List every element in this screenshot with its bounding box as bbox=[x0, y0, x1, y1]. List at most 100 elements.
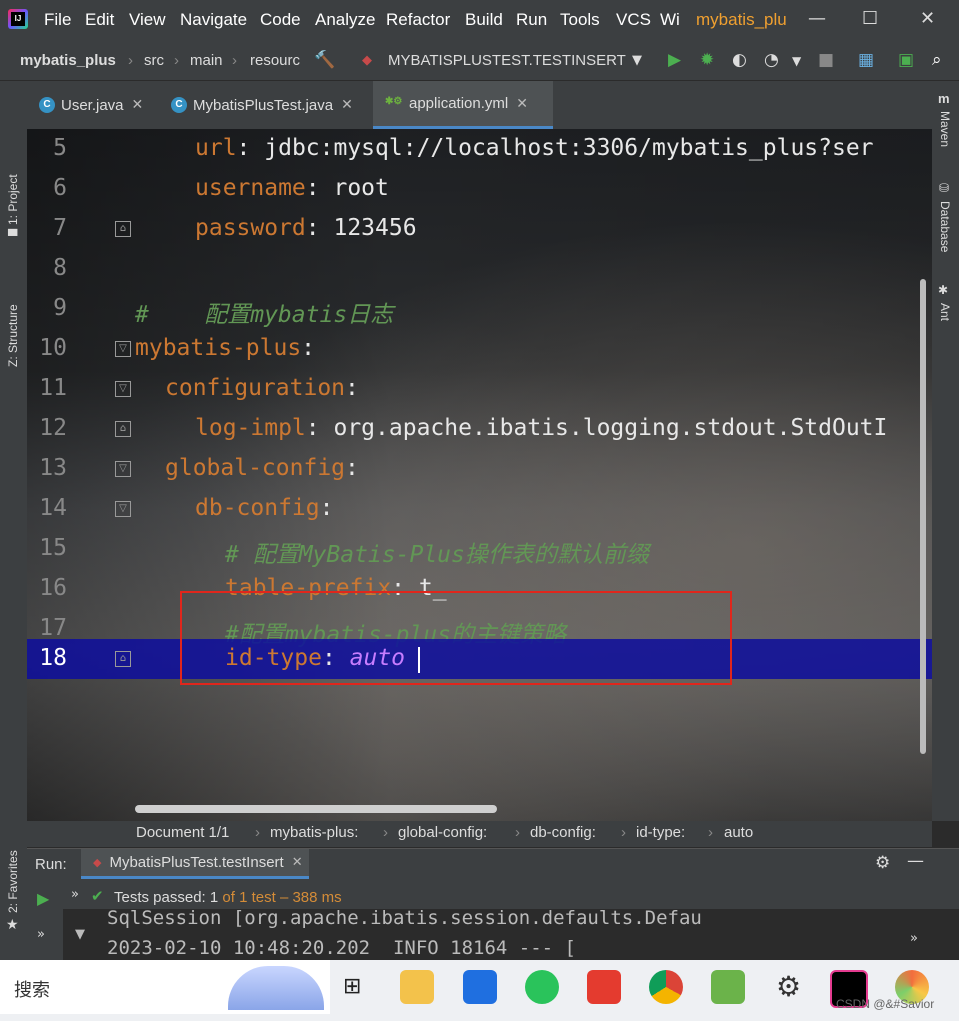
left-tool-stripe: ▀ 1: Project Z: Structure 2: Favorites ★ bbox=[0, 81, 27, 960]
fold-icon[interactable]: ▽ bbox=[115, 381, 131, 397]
settings-gear-icon[interactable]: ⚙ bbox=[776, 970, 801, 1003]
line-number: 15 bbox=[39, 535, 67, 561]
breadcrumb-global-config[interactable]: global-config: bbox=[398, 824, 487, 841]
close-window-button[interactable]: ✕ bbox=[920, 8, 935, 29]
close-icon[interactable]: ✕ bbox=[132, 97, 144, 113]
breadcrumb-sep: › bbox=[708, 824, 713, 841]
terminal-icon[interactable]: ▣ bbox=[898, 50, 914, 70]
maven-tool-tab[interactable]: Maven bbox=[938, 111, 952, 147]
close-icon[interactable]: ✕ bbox=[292, 855, 303, 870]
tab-label: application.yml bbox=[409, 95, 509, 112]
yaml-key: password bbox=[195, 215, 306, 241]
menu-code[interactable]: Code bbox=[260, 10, 301, 30]
favorites-tool-tab[interactable]: 2: Favorites bbox=[6, 850, 20, 913]
menu-file[interactable]: File bbox=[44, 10, 71, 30]
file-explorer-icon[interactable] bbox=[400, 970, 434, 1004]
yaml-breadcrumbs: Document 1/1 › mybatis-plus: › global-co… bbox=[27, 821, 932, 847]
tab-mybatisplustest-java[interactable]: C MybatisPlusTest.java ✕ bbox=[159, 81, 371, 129]
coverage-icon[interactable]: ◐ bbox=[732, 50, 747, 70]
intellij-logo-icon[interactable]: IJ bbox=[8, 9, 28, 29]
vertical-scrollbar[interactable] bbox=[920, 279, 926, 754]
watermark: CSDN @&#Savior bbox=[836, 997, 935, 1011]
line-number: 13 bbox=[39, 455, 67, 481]
yaml-key: url bbox=[195, 135, 237, 161]
menu-refactor[interactable]: Refactor bbox=[386, 10, 450, 30]
fold-icon[interactable]: ▽ bbox=[115, 341, 131, 357]
maximize-button[interactable]: ☐ bbox=[862, 8, 878, 29]
tab-application-yml[interactable]: ✱⚙ application.yml ✕ bbox=[373, 81, 553, 129]
minimize-button[interactable]: — bbox=[808, 8, 826, 29]
run-panel-header: Run: ◆ MybatisPlusTest.testInsert ✕ ⚙ — bbox=[27, 848, 959, 879]
nav-crumb-project[interactable]: mybatis_plus bbox=[20, 52, 116, 69]
run-config-select[interactable]: MYBATISPLUSTEST.TESTINSERT bbox=[388, 52, 626, 69]
code-editor[interactable]: 5 url: jdbc:mysql://localhost:3306/mybat… bbox=[27, 129, 932, 821]
fold-end-icon[interactable]: ⌂ bbox=[115, 421, 131, 437]
minimize-panel-icon[interactable]: — bbox=[907, 851, 924, 871]
chevron-down-icon[interactable]: ▼ bbox=[75, 927, 85, 942]
close-icon[interactable]: ✕ bbox=[516, 96, 528, 112]
yaml-key: log-impl bbox=[195, 415, 306, 441]
fold-icon[interactable]: ▽ bbox=[115, 501, 131, 517]
database-tool-tab[interactable]: Database bbox=[938, 201, 952, 252]
stop-icon[interactable]: ■ bbox=[818, 50, 834, 70]
search-icon[interactable]: ⌕ bbox=[932, 50, 942, 70]
taskbar-search[interactable]: 搜索 bbox=[0, 960, 330, 1014]
chrome-icon[interactable] bbox=[649, 970, 683, 1004]
breadcrumb-db-config[interactable]: db-config: bbox=[530, 824, 596, 841]
rerun-icon[interactable]: ▶ bbox=[37, 889, 49, 908]
menu-navigate[interactable]: Navigate bbox=[180, 10, 247, 30]
breadcrumb-document[interactable]: Document 1/1 bbox=[136, 824, 229, 841]
project-structure-icon[interactable]: ▦ bbox=[858, 50, 874, 70]
line-number: 7 bbox=[53, 215, 67, 241]
breadcrumb-id-type[interactable]: id-type: bbox=[636, 824, 685, 841]
menu-build[interactable]: Build bbox=[465, 10, 503, 30]
menu-analyze[interactable]: Analyze bbox=[315, 10, 375, 30]
wps-icon[interactable] bbox=[587, 970, 621, 1004]
run-tab-label: MybatisPlusTest.testInsert bbox=[109, 854, 284, 871]
breadcrumb-mybatis-plus[interactable]: mybatis-plus: bbox=[270, 824, 358, 841]
run-icon[interactable]: ▶ bbox=[668, 50, 681, 70]
code-line: 14 ▽ db-config: bbox=[27, 489, 932, 529]
debug-icon[interactable]: ✹ bbox=[700, 50, 714, 70]
profile-icon[interactable]: ◔ bbox=[764, 50, 779, 70]
breadcrumb-auto[interactable]: auto bbox=[724, 824, 753, 841]
chevron-down-icon[interactable]: ▼ bbox=[792, 54, 801, 68]
yaml-value: org.apache.ibatis.logging.stdout.StdOutI bbox=[319, 415, 888, 441]
menu-window[interactable]: Wi bbox=[660, 10, 680, 30]
task-view-icon[interactable]: ⊞ bbox=[343, 974, 361, 999]
nav-crumb-resources[interactable]: resourc bbox=[250, 52, 300, 69]
wechat-icon[interactable] bbox=[525, 970, 559, 1004]
code-line: 12 ⌂ log-impl: org.apache.ibatis.logging… bbox=[27, 409, 932, 449]
code-line: 7 ⌂ password: 123456 bbox=[27, 209, 932, 249]
nav-crumb-src[interactable]: src bbox=[144, 52, 164, 69]
yaml-value: root bbox=[319, 175, 389, 201]
line-number: 14 bbox=[39, 495, 67, 521]
notepad-icon[interactable] bbox=[711, 970, 745, 1004]
menu-vcs[interactable]: VCS bbox=[616, 10, 651, 30]
horizontal-scrollbar[interactable] bbox=[135, 805, 497, 813]
ant-tool-tab[interactable]: Ant bbox=[938, 303, 952, 321]
search-input[interactable]: 搜索 bbox=[14, 976, 50, 1002]
browser-edge-icon[interactable] bbox=[463, 970, 497, 1004]
tab-user-java[interactable]: C User.java ✕ bbox=[27, 81, 157, 129]
chevron-down-icon[interactable]: ▼ bbox=[632, 53, 642, 68]
menu-run[interactable]: Run bbox=[516, 10, 547, 30]
more-icon[interactable]: » bbox=[37, 927, 45, 942]
menu-view[interactable]: View bbox=[129, 10, 166, 30]
structure-tool-tab[interactable]: Z: Structure bbox=[6, 304, 20, 367]
test-run-icon: ◆ bbox=[93, 856, 102, 869]
nav-crumb-main[interactable]: main bbox=[190, 52, 223, 69]
fold-icon[interactable]: ▽ bbox=[115, 461, 131, 477]
gear-icon[interactable]: ⚙ bbox=[875, 853, 890, 873]
menu-tools[interactable]: Tools bbox=[560, 10, 600, 30]
more-icon[interactable]: » bbox=[910, 931, 918, 946]
line-number: 10 bbox=[39, 335, 67, 361]
build-hammer-icon[interactable]: 🔨 bbox=[314, 50, 335, 70]
run-tab[interactable]: ◆ MybatisPlusTest.testInsert ✕ bbox=[81, 849, 309, 879]
close-icon[interactable]: ✕ bbox=[341, 97, 353, 113]
fold-end-icon[interactable]: ⌂ bbox=[115, 651, 131, 667]
expand-icon[interactable]: » bbox=[71, 887, 79, 902]
project-tool-tab[interactable]: 1: Project bbox=[6, 174, 20, 225]
menu-edit[interactable]: Edit bbox=[85, 10, 114, 30]
fold-end-icon[interactable]: ⌂ bbox=[115, 221, 131, 237]
